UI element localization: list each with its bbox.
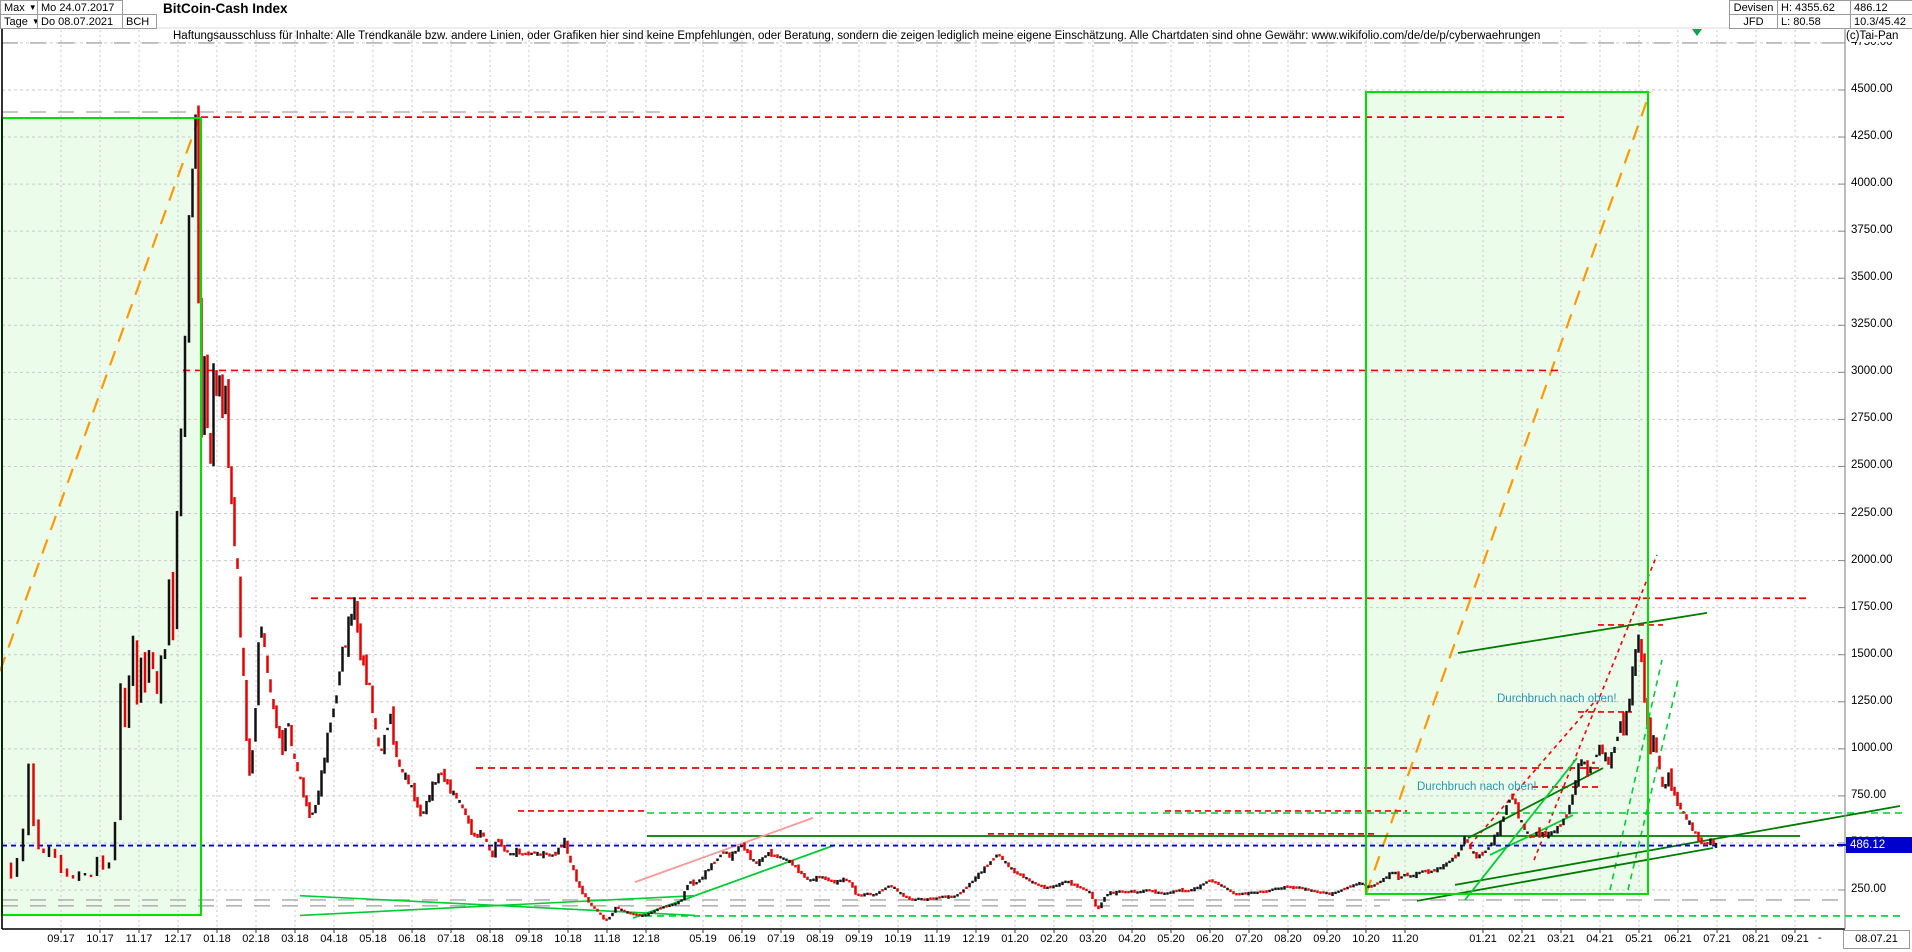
x-axis-label: 01.18	[203, 933, 231, 945]
x-axis-label: 06.21	[1664, 933, 1692, 945]
y-axis-label: 1750.00	[1851, 600, 1893, 613]
x-axis-label: 03.21	[1547, 933, 1575, 945]
x-axis-label: 11.19	[923, 933, 951, 945]
y-axis-label: 2250.00	[1851, 506, 1893, 519]
y-axis-label: 2750.00	[1851, 412, 1893, 425]
green-triangle-icon	[1692, 29, 1702, 36]
chevron-down-icon: ▼	[28, 3, 37, 12]
x-axis-label: 11.17	[125, 933, 153, 945]
x-axis-label: 01.21	[1469, 933, 1497, 945]
x-axis-label: 09.18	[515, 933, 543, 945]
date-to-label: Do 08.07.2021	[41, 15, 114, 28]
y-axis-label: 3750.00	[1851, 224, 1893, 237]
x-axis-label: 05.18	[359, 933, 387, 945]
price-badge-tick	[1837, 844, 1846, 846]
x-axis-label: 07.20	[1235, 933, 1263, 945]
axis-dash-label: -	[1818, 932, 1822, 944]
y-axis-label: 3500.00	[1851, 271, 1893, 284]
x-axis-label: 08.20	[1274, 933, 1302, 945]
y-axis-label: 1250.00	[1851, 694, 1893, 707]
range-dropdown[interactable]: Max ▼	[0, 0, 38, 15]
x-axis-label: 09.20	[1313, 933, 1341, 945]
x-axis-label: 07.19	[767, 933, 795, 945]
x-axis-label: 08.18	[476, 933, 504, 945]
x-axis-label: 06.19	[728, 933, 756, 945]
x-axis-label: 03.20	[1079, 933, 1107, 945]
y-axis-label: 750.00	[1851, 788, 1887, 801]
y-axis-label: 2000.00	[1851, 553, 1893, 566]
x-axis-label: 04.18	[320, 933, 348, 945]
x-axis-label: 05.21	[1625, 933, 1653, 945]
y-axis-label: 3000.00	[1851, 365, 1893, 378]
price-chart[interactable]	[0, 0, 1912, 952]
x-axis-label: 01.20	[1001, 933, 1029, 945]
x-axis-label: 04.20	[1118, 933, 1146, 945]
last-price-label: 486.12	[1854, 1, 1888, 14]
x-axis-label: 07.21	[1703, 933, 1731, 945]
date-from-cell: Mo 24.07.2017	[37, 0, 123, 15]
x-axis-label: 09.21	[1781, 933, 1809, 945]
x-axis-label: 10.18	[554, 933, 582, 945]
x-axis-label: 05.19	[689, 933, 717, 945]
y-axis-label: 3250.00	[1851, 318, 1893, 331]
broker-label: JFD	[1743, 15, 1764, 28]
x-axis-label: 06.20	[1196, 933, 1224, 945]
x-axis-label: 07.18	[437, 933, 465, 945]
x-axis-label: 12.19	[962, 933, 990, 945]
annotation-durchbruch-2: Durchbruch nach oben!	[1417, 781, 1537, 793]
annotation-durchbruch-1: Durchbruch nach oben!	[1497, 693, 1617, 705]
x-axis-label: 08.21	[1742, 933, 1770, 945]
market-label: Devisen	[1733, 1, 1774, 14]
symbol-label: BCH	[126, 15, 150, 28]
y-axis-label: 4500.00	[1851, 82, 1893, 95]
x-axis-label: 12.18	[632, 933, 660, 945]
page-title: BitCoin-Cash Index	[163, 1, 288, 16]
y-axis-label: 250.00	[1851, 883, 1887, 895]
price-badge: 486.12	[1846, 837, 1912, 853]
x-axis-label: 11.18	[593, 933, 621, 945]
y-axis-label: 4250.00	[1851, 130, 1893, 143]
x-axis-label: 03.18	[281, 933, 309, 945]
disclaimer-text: Haftungsausschluss für Inhalte: Alle Tre…	[173, 30, 1541, 42]
x-axis-label: 10.19	[884, 933, 912, 945]
x-axis-label: 06.18	[398, 933, 426, 945]
change-label: 10.3/45.42	[1854, 15, 1906, 28]
x-axis-label: 08.19	[806, 933, 834, 945]
market-cell: Devisen	[1729, 0, 1778, 15]
x-axis-label: 09.17	[47, 933, 75, 945]
x-axis-label: 12.17	[164, 933, 192, 945]
trend-line-salmon	[634, 817, 814, 883]
period-dropdown-label: Tage	[4, 15, 28, 28]
x-axis-label: 04.21	[1586, 933, 1614, 945]
x-axis-label: 09.19	[845, 933, 873, 945]
y-axis-label: 2500.00	[1851, 459, 1893, 472]
symbol-cell: BCH	[122, 14, 157, 29]
low-cell: L: 80.58	[1777, 14, 1851, 29]
change-cell: 10.3/45.42	[1850, 14, 1912, 29]
range-dropdown-label: Max	[4, 1, 25, 14]
last-price-cell: 486.12	[1850, 0, 1912, 15]
date-from-label: Mo 24.07.2017	[41, 1, 115, 14]
high-label: H: 4355.62	[1781, 1, 1835, 14]
x-axis-label: 10.17	[86, 933, 114, 945]
x-axis-label: 02.21	[1508, 933, 1536, 945]
x-axis-label: 05.20	[1157, 933, 1185, 945]
y-axis-label: 1000.00	[1851, 741, 1893, 754]
y-axis-label: 1500.00	[1851, 647, 1893, 660]
broker-cell: JFD	[1729, 14, 1778, 29]
low-label: L: 80.58	[1781, 15, 1821, 28]
x-axis-label: 10.20	[1352, 933, 1380, 945]
high-cell: H: 4355.62	[1777, 0, 1851, 15]
period-dropdown[interactable]: Tage ▼	[0, 14, 40, 29]
date-to-cell: Do 08.07.2021	[37, 14, 123, 29]
x-axis-label: 02.20	[1040, 933, 1068, 945]
x-axis-label: 11.20	[1391, 933, 1419, 945]
y-axis-label: 4000.00	[1851, 177, 1893, 190]
chart-window: Max ▼ Mo 24.07.2017 Tage ▼ Do 08.07.2021…	[0, 0, 1912, 952]
axis-corner-date: 08.07.21	[1843, 930, 1910, 949]
x-axis-label: 02.18	[242, 933, 270, 945]
copyright-label: (c)Tai-Pan	[1846, 30, 1912, 42]
